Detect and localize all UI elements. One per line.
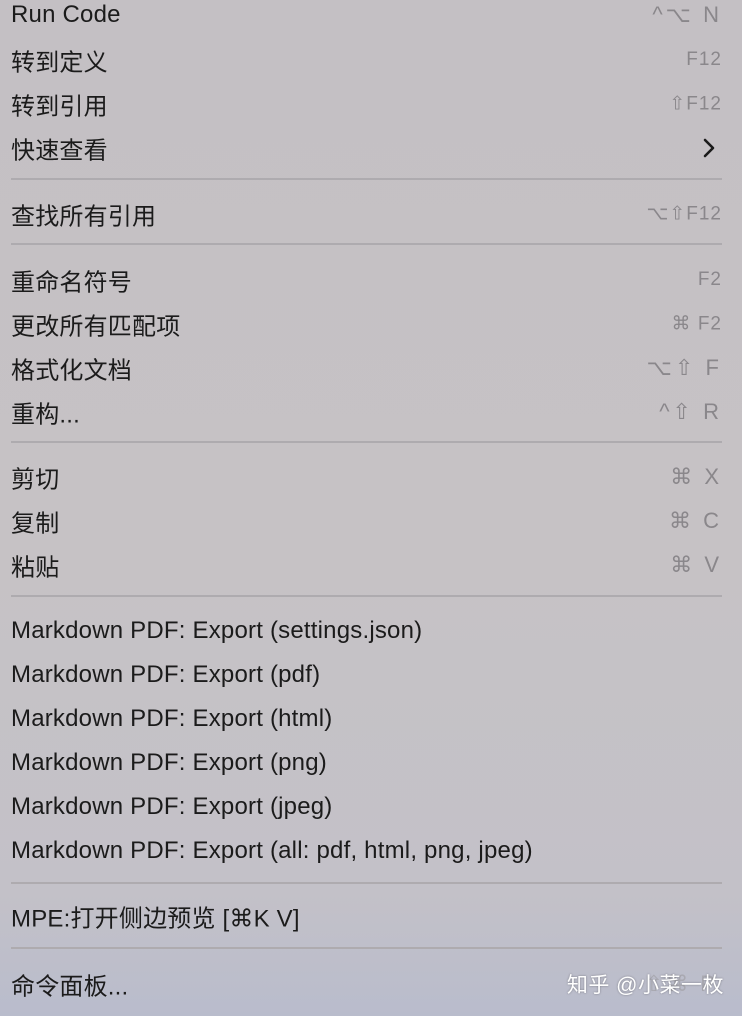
menu-item-label: MPE:打开侧边预览 [⌘K V] xyxy=(11,905,300,933)
menu-item-label: Run Code xyxy=(11,1,121,28)
menu-item-shortcut: ^⇧ R xyxy=(659,399,722,424)
menu-item-mpe-open-preview-side[interactable]: MPE:打开侧边预览 [⌘K V] xyxy=(0,894,742,938)
menu-item-label: 转到引用 xyxy=(11,93,108,121)
menu-item-command-palette[interactable]: 命令面板... ⇧⌘ P 知乎 @小菜一枚 xyxy=(0,962,742,1006)
menu-item-label: Markdown PDF: Export (settings.json) xyxy=(11,617,423,644)
menu-item-label: 重构... xyxy=(11,401,81,429)
menu-item-shortcut: F12 xyxy=(686,49,722,70)
menu-item-label: 更改所有匹配项 xyxy=(11,313,181,341)
menu-item-shortcut: ⌥⇧F12 xyxy=(646,203,722,225)
menu-item-shortcut: ^⌥ N xyxy=(652,2,722,27)
menu-item-markdown-pdf-export-pdf[interactable]: Markdown PDF: Export (pdf) xyxy=(0,653,742,697)
menu-item-label: Markdown PDF: Export (all: pdf, html, pn… xyxy=(11,837,533,864)
menu-item-label: Markdown PDF: Export (png) xyxy=(11,749,327,776)
menu-item-markdown-pdf-export-html[interactable]: Markdown PDF: Export (html) xyxy=(0,697,742,741)
menu-separator xyxy=(11,243,722,245)
menu-item-cut[interactable]: 剪切 ⌘ X xyxy=(0,455,742,499)
menu-item-format-document[interactable]: 格式化文档 ⌥⇧ F xyxy=(0,346,742,390)
menu-item-markdown-pdf-export-jpeg[interactable]: Markdown PDF: Export (jpeg) xyxy=(0,785,742,829)
menu-item-find-all-references[interactable]: 查找所有引用 ⌥⇧F12 xyxy=(0,192,742,236)
menu-item-copy[interactable]: 复制 ⌘ C xyxy=(0,499,742,543)
menu-item-shortcut: ⌘ C xyxy=(669,508,722,533)
menu-separator xyxy=(11,947,722,949)
menu-item-refactor[interactable]: 重构... ^⇧ R xyxy=(0,390,742,434)
menu-item-label: 快速查看 xyxy=(11,137,108,165)
menu-item-shortcut: ⌘ X xyxy=(670,464,722,489)
menu-item-shortcut: F2 xyxy=(697,269,722,290)
menu-item-label: 格式化文档 xyxy=(11,357,132,385)
menu-item-shortcut: ⌥⇧ F xyxy=(646,355,722,380)
menu-separator xyxy=(11,882,722,884)
chevron-right-icon xyxy=(703,138,715,158)
menu-item-go-to-definition[interactable]: 转到定义 F12 xyxy=(0,38,742,82)
menu-separator xyxy=(11,178,722,180)
menu-separator xyxy=(11,441,722,443)
menu-item-label: Markdown PDF: Export (jpeg) xyxy=(11,793,333,820)
menu-item-label: Markdown PDF: Export (pdf) xyxy=(11,661,321,688)
menu-item-markdown-pdf-export-all[interactable]: Markdown PDF: Export (all: pdf, html, pn… xyxy=(0,829,742,873)
menu-item-label: 粘贴 xyxy=(11,554,60,582)
menu-item-label: 重命名符号 xyxy=(11,269,132,297)
menu-item-label: 转到定义 xyxy=(11,49,108,77)
menu-item-label: 查找所有引用 xyxy=(11,203,157,231)
context-menu: Run Code ^⌥ N 转到定义 F12 转到引用 ⇧F12 快速查看 查找… xyxy=(0,0,742,1016)
menu-item-label: 复制 xyxy=(11,510,60,538)
menu-item-markdown-pdf-export-settings[interactable]: Markdown PDF: Export (settings.json) xyxy=(0,609,742,653)
watermark: 知乎 @小菜一枚 xyxy=(566,974,724,997)
menu-item-label: 剪切 xyxy=(11,466,60,494)
menu-item-label: Markdown PDF: Export (html) xyxy=(11,705,333,732)
menu-item-go-to-references[interactable]: 转到引用 ⇧F12 xyxy=(0,82,742,126)
menu-item-change-all-occurrences[interactable]: 更改所有匹配项 ⌘ F2 xyxy=(0,302,742,346)
menu-item-label: 命令面板... xyxy=(11,973,129,1001)
menu-item-rename-symbol[interactable]: 重命名符号 F2 xyxy=(0,258,742,302)
menu-item-shortcut: ⌘ F2 xyxy=(671,313,722,335)
menu-item-markdown-pdf-export-png[interactable]: Markdown PDF: Export (png) xyxy=(0,741,742,785)
menu-item-peek[interactable]: 快速查看 xyxy=(0,126,742,170)
menu-separator xyxy=(11,595,722,597)
menu-item-run-code[interactable]: Run Code ^⌥ N xyxy=(0,0,742,37)
menu-item-paste[interactable]: 粘贴 ⌘ V xyxy=(0,543,742,587)
menu-item-shortcut: ⌘ V xyxy=(670,552,722,577)
menu-item-shortcut: ⇧F12 xyxy=(669,93,722,115)
